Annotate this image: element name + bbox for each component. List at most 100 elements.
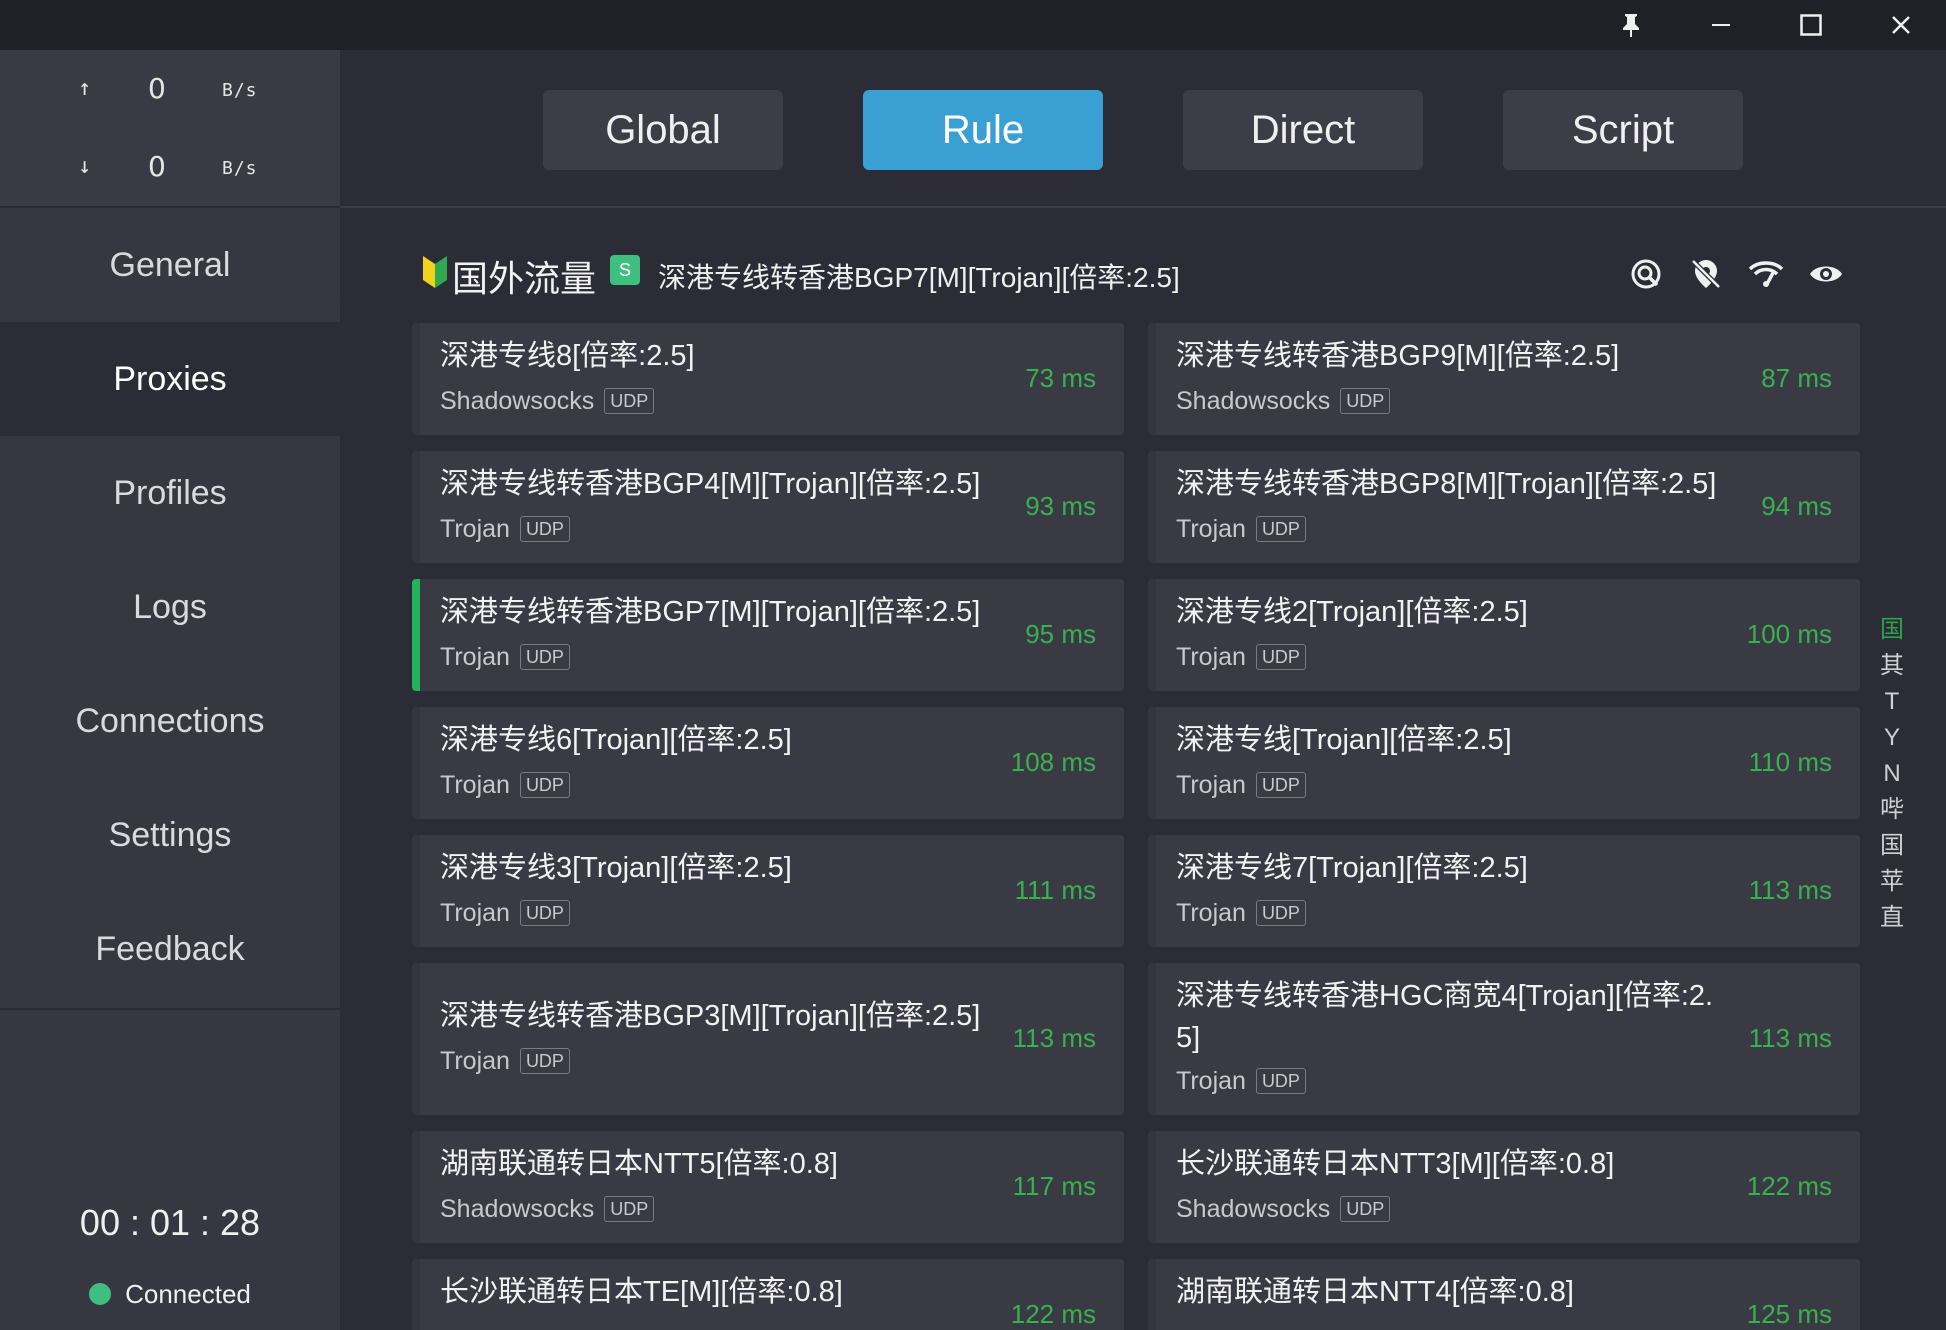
proxy-card[interactable]: 深港专线转香港BGP4[M][Trojan][倍率:2.5] Trojan UDP 9…: [412, 451, 1124, 563]
main-content: Global Rule Direct Script 国外流量 S 深港专线转香港…: [340, 50, 1946, 1330]
proxy-card[interactable]: 深港专线转香港HGC商宽4[Trojan][倍率:2.5] Trojan UDP 11…: [1148, 963, 1860, 1115]
search-location-icon[interactable]: [1626, 254, 1666, 294]
proxy-meta: Trojan UDP: [1176, 1065, 1306, 1097]
nav-item-settings[interactable]: Settings: [0, 778, 340, 892]
wifi-speed-icon[interactable]: [1746, 254, 1786, 294]
eye-icon[interactable]: [1806, 254, 1846, 294]
proxy-card[interactable]: 深港专线转香港BGP3[M][Trojan][倍率:2.5] Trojan UDP 1…: [412, 963, 1124, 1115]
nav-menu: General Proxies Profiles Logs Connection…: [0, 208, 340, 1006]
mode-selector: Global Rule Direct Script: [340, 50, 1946, 208]
no-location-icon[interactable]: [1686, 254, 1726, 294]
latency-test-button[interactable]: 111 ms: [1015, 875, 1096, 906]
latency-test-button[interactable]: 94 ms: [1761, 491, 1832, 522]
nav-item-label: Logs: [133, 587, 207, 626]
latency-test-button[interactable]: 100 ms: [1747, 619, 1832, 650]
udp-badge: UDP: [1255, 644, 1306, 670]
download-arrow-icon: ↓: [78, 154, 92, 179]
udp-badge: UDP: [604, 388, 655, 414]
latency-test-button[interactable]: 113 ms: [1749, 875, 1832, 906]
mode-script-button[interactable]: Script: [1503, 90, 1743, 170]
group-selected-proxy: 深港专线转香港BGP7[M][Trojan][倍率:2.5]: [658, 262, 1180, 293]
latency-test-button[interactable]: 117 ms: [1013, 1171, 1096, 1202]
close-icon[interactable]: [1858, 0, 1944, 50]
nav-item-proxies[interactable]: Proxies: [0, 322, 340, 436]
latency-test-button[interactable]: 108 ms: [1011, 747, 1096, 778]
proxy-meta: Trojan UDP: [1176, 513, 1306, 545]
latency-test-button[interactable]: 122 ms: [1011, 1299, 1096, 1330]
index-letter[interactable]: 国: [1880, 828, 1904, 864]
app-window: ↑ 0 B/s ↓ 0 B/s General Proxies Profiles…: [0, 0, 1946, 1330]
index-letter[interactable]: 哔: [1880, 792, 1904, 828]
proxy-meta: Trojan UDP: [440, 513, 570, 545]
status-label: Connected: [125, 1278, 251, 1309]
proxy-name: 深港专线转香港BGP3[M][Trojan][倍率:2.5]: [440, 1000, 981, 1032]
divider: [0, 1008, 340, 1010]
index-letter[interactable]: N: [1883, 756, 1900, 792]
index-letter[interactable]: Y: [1884, 720, 1900, 756]
mode-direct-button[interactable]: Direct: [1183, 90, 1423, 170]
nav-item-profiles[interactable]: Profiles: [0, 436, 340, 550]
proxy-card[interactable]: 深港专线2[Trojan][倍率:2.5] Trojan UDP 100 ms: [1148, 579, 1860, 691]
index-letter[interactable]: 苹: [1880, 864, 1904, 900]
nav-item-feedback[interactable]: Feedback: [0, 892, 340, 1006]
latency-test-button[interactable]: 73 ms: [1025, 363, 1096, 394]
nav-item-general[interactable]: General: [0, 208, 340, 322]
udp-badge: UDP: [519, 1048, 570, 1074]
proxy-card[interactable]: 深港专线3[Trojan][倍率:2.5] Trojan UDP 111 ms: [412, 835, 1124, 947]
proxy-name: 长沙联通转日本TE[M][倍率:0.8]: [440, 1276, 843, 1308]
proxy-name: 深港专线2[Trojan][倍率:2.5]: [1176, 596, 1528, 628]
latency-test-button[interactable]: 122 ms: [1747, 1171, 1832, 1202]
proxy-card[interactable]: 深港专线转香港BGP9[M][倍率:2.5] Shadowsocks UDP 87 m…: [1148, 323, 1860, 435]
index-letter[interactable]: T: [1885, 684, 1900, 720]
udp-badge: UDP: [519, 516, 570, 542]
index-letter[interactable]: 直: [1880, 900, 1904, 936]
latency-test-button[interactable]: 87 ms: [1761, 363, 1832, 394]
proxy-card[interactable]: 深港专线[Trojan][倍率:2.5] Trojan UDP 110 ms: [1148, 707, 1860, 819]
mode-rule-button[interactable]: Rule: [863, 90, 1103, 170]
proxy-group-header[interactable]: 国外流量 S 深港专线转香港BGP7[M][Trojan][倍率:2.5]: [340, 208, 1946, 326]
upload-unit: B/s: [222, 80, 258, 101]
proxy-card[interactable]: 湖南联通转日本NTT4[倍率:0.8] 125 ms: [1148, 1259, 1860, 1330]
proxy-card[interactable]: 深港专线转香港BGP7[M][Trojan][倍率:2.5] Trojan UDP 9…: [412, 579, 1124, 691]
latency-test-button[interactable]: 113 ms: [1749, 1023, 1832, 1054]
download-row: ↓ 0 B/s: [0, 150, 340, 190]
index-letter[interactable]: 其: [1880, 648, 1904, 684]
proxy-card[interactable]: 深港专线7[Trojan][倍率:2.5] Trojan UDP 113 ms: [1148, 835, 1860, 947]
pin-icon[interactable]: [1588, 0, 1674, 50]
latency-test-button[interactable]: 110 ms: [1749, 747, 1832, 778]
udp-badge: UDP: [1340, 1196, 1391, 1222]
mode-global-button[interactable]: Global: [543, 90, 783, 170]
proxy-name: 深港专线8[倍率:2.5]: [440, 340, 695, 372]
minimize-icon[interactable]: [1678, 0, 1764, 50]
index-letter[interactable]: 国: [1880, 612, 1904, 648]
maximize-icon[interactable]: [1768, 0, 1854, 50]
proxy-name: 湖南联通转日本NTT5[倍率:0.8]: [440, 1148, 838, 1180]
group-type-badge: S: [610, 255, 640, 285]
proxy-meta: Shadowsocks UDP: [1176, 385, 1391, 417]
proxy-meta: Trojan UDP: [440, 1045, 570, 1077]
proxy-meta: Trojan UDP: [440, 769, 570, 801]
udp-badge: UDP: [519, 644, 570, 670]
nav-item-connections[interactable]: Connections: [0, 664, 340, 778]
latency-test-button[interactable]: 95 ms: [1025, 619, 1096, 650]
upload-arrow-icon: ↑: [78, 76, 92, 101]
latency-test-button[interactable]: 93 ms: [1025, 491, 1096, 522]
traffic-panel: ↑ 0 B/s ↓ 0 B/s: [0, 50, 340, 208]
latency-test-button[interactable]: 125 ms: [1747, 1299, 1832, 1330]
proxy-type: Trojan: [440, 898, 510, 927]
proxy-meta: Trojan UDP: [1176, 897, 1306, 929]
upload-row: ↑ 0 B/s: [0, 72, 340, 112]
udp-badge: UDP: [1255, 1068, 1306, 1094]
proxy-card[interactable]: 长沙联通转日本TE[M][倍率:0.8] 122 ms: [412, 1259, 1124, 1330]
udp-badge: UDP: [519, 772, 570, 798]
status-dot-icon: [89, 1283, 112, 1305]
latency-test-button[interactable]: 113 ms: [1013, 1023, 1096, 1054]
proxy-card[interactable]: 深港专线8[倍率:2.5] Shadowsocks UDP 73 ms: [412, 323, 1124, 435]
udp-badge: UDP: [1255, 772, 1306, 798]
nav-item-logs[interactable]: Logs: [0, 550, 340, 664]
proxy-card[interactable]: 深港专线6[Trojan][倍率:2.5] Trojan UDP 108 ms: [412, 707, 1124, 819]
proxy-card[interactable]: 长沙联通转日本NTT3[M][倍率:0.8] Shadowsocks UDP 122 …: [1148, 1131, 1860, 1243]
proxy-type: Trojan: [440, 514, 510, 543]
proxy-card[interactable]: 深港专线转香港BGP8[M][Trojan][倍率:2.5] Trojan UDP 9…: [1148, 451, 1860, 563]
proxy-card[interactable]: 湖南联通转日本NTT5[倍率:0.8] Shadowsocks UDP 117 ms: [412, 1131, 1124, 1243]
